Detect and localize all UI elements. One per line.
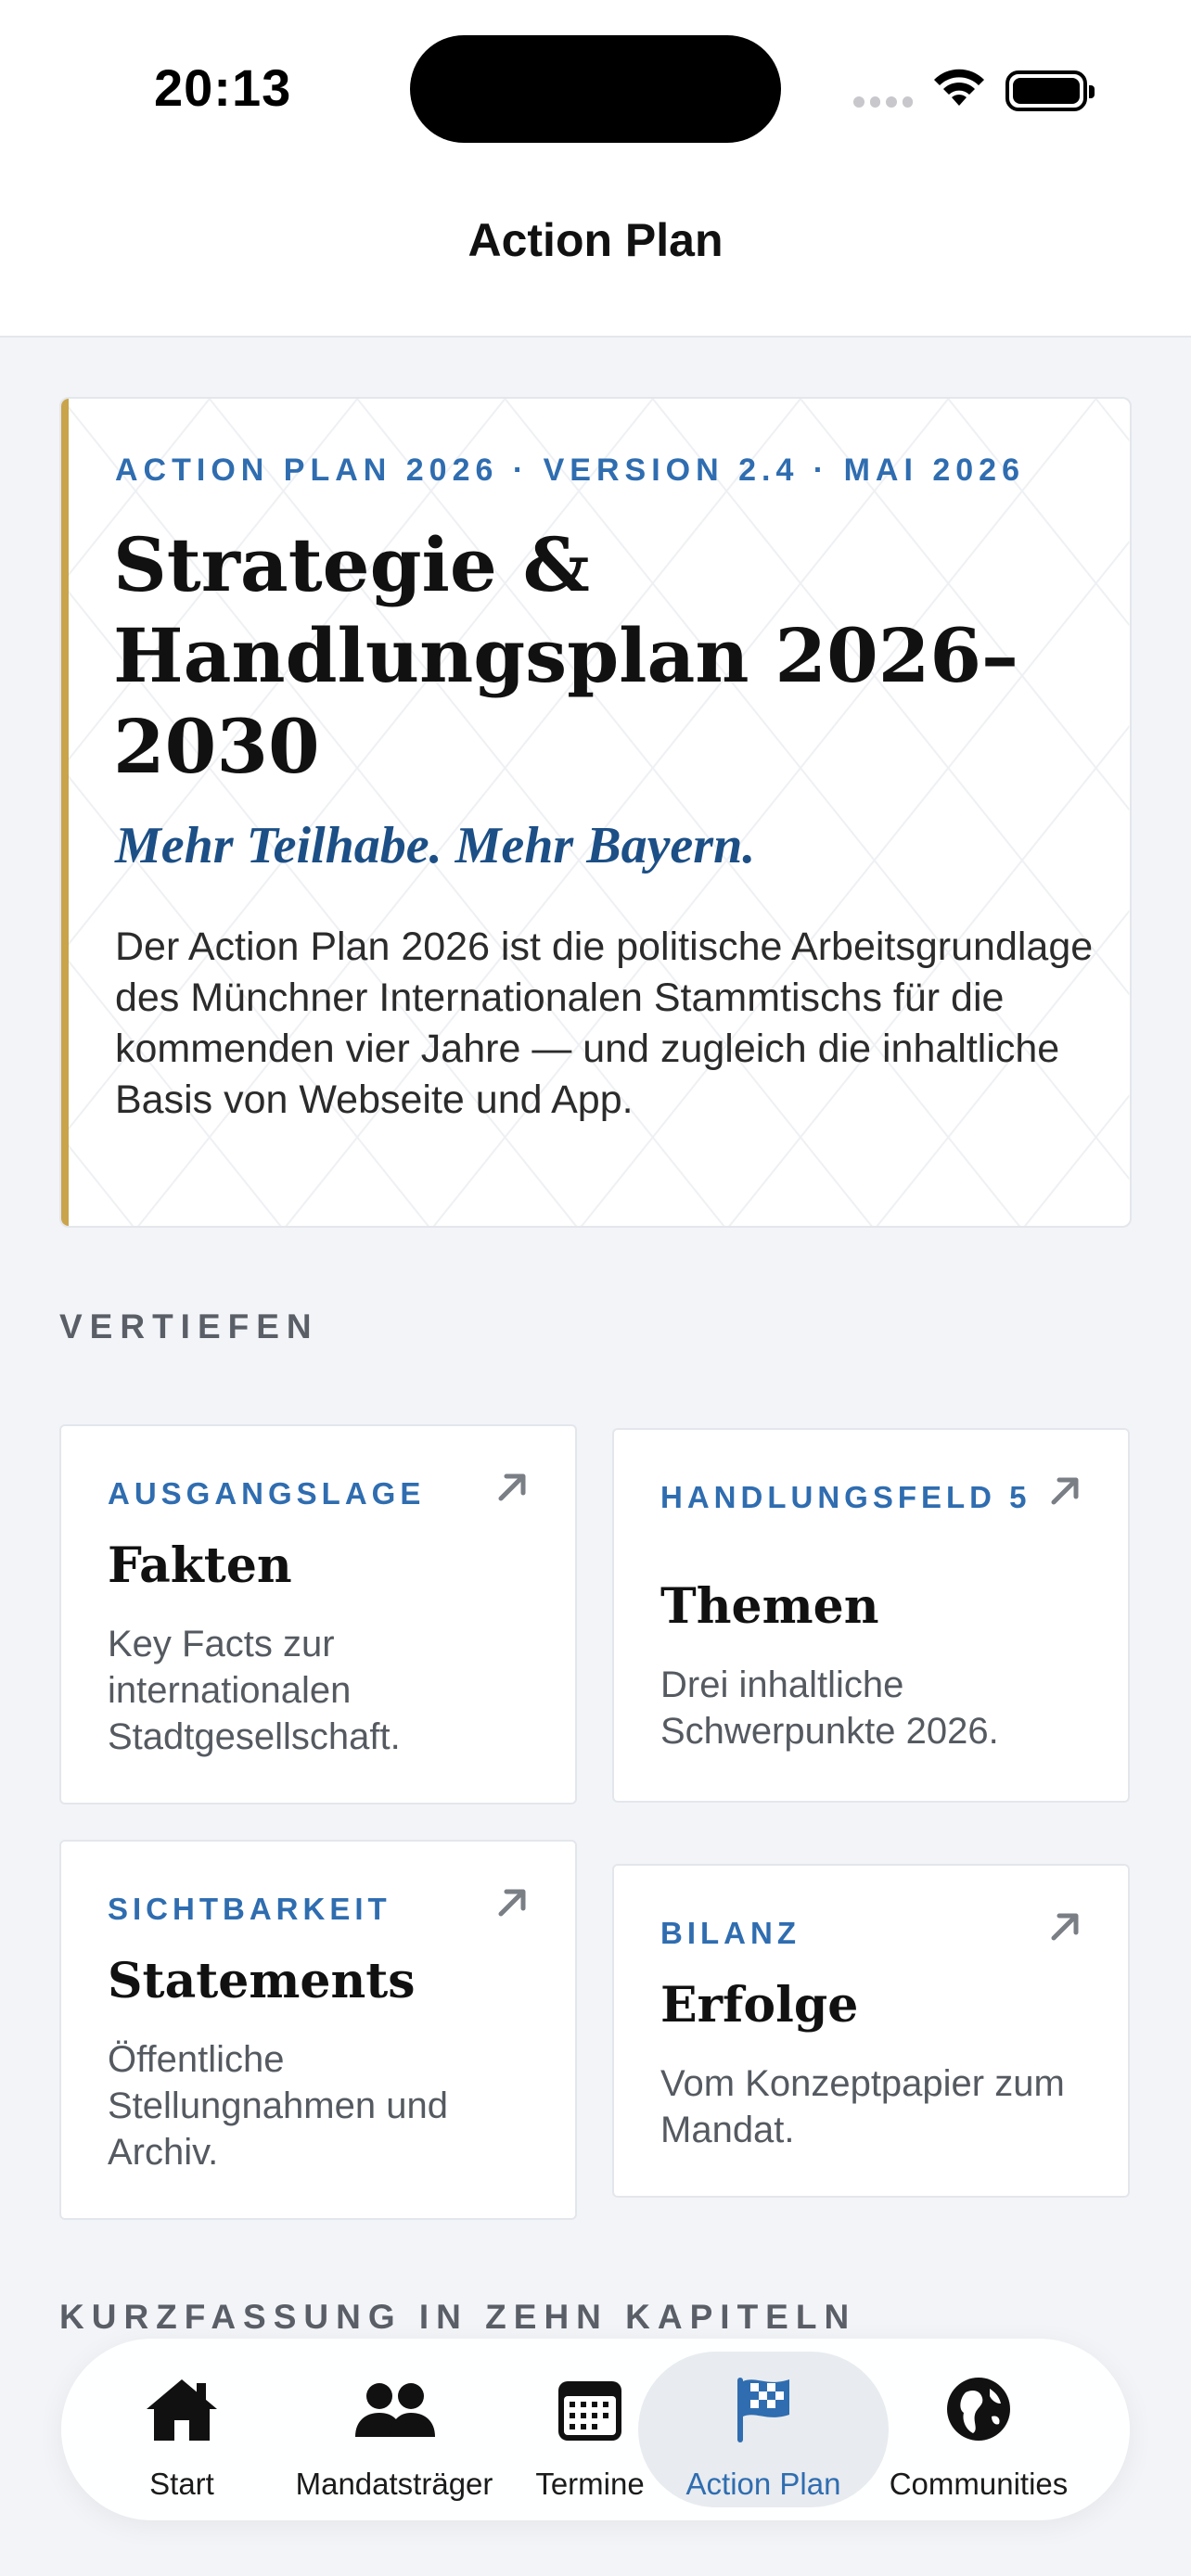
dynamic-island <box>410 35 781 143</box>
action-plan-screen: 20:13 Action Plan ACTION PLAN 2026 · VER… <box>0 0 1191 2576</box>
tab-action-plan[interactable]: Action Plan <box>664 2339 863 2520</box>
house-icon <box>147 2379 217 2441</box>
tile-title: Themen <box>660 1578 879 1635</box>
tile-description: Key Facts zur internationalen Stadtgesel… <box>108 1624 401 1757</box>
tile-description: Öffentliche Stellungnahmen und Archiv. <box>108 2039 448 2173</box>
tile-eyebrow: HANDLUNGSFELD 5 <box>660 1480 1031 1514</box>
tab-mandatstraeger[interactable]: Mandatsträger <box>269 2339 519 2520</box>
tile-statements[interactable]: SICHTBARKEIT Statements Öffentliche Stel… <box>59 1840 577 2220</box>
tab-termine[interactable]: Termine <box>523 2339 657 2520</box>
tile-fakten[interactable]: AUSGANGSLAGE Fakten Key Facts zur intern… <box>59 1424 577 1804</box>
hero-subtitle: Mehr Teilhabe. Mehr Bayern. <box>115 817 756 874</box>
tab-label: Start <box>149 2467 214 2501</box>
tab-start[interactable]: Start <box>117 2339 247 2520</box>
calendar-icon <box>558 2381 621 2441</box>
hero-title: Strategie & Handlungsplan 2026–2030 <box>113 521 1019 790</box>
section-heading-vertiefen: VERTIEFEN <box>59 1307 319 1345</box>
tab-label: Termine <box>535 2467 645 2501</box>
tile-eyebrow: BILANZ <box>660 1916 800 1950</box>
tile-title: Statements <box>108 1953 416 2009</box>
cellular-signal-icon <box>853 96 913 108</box>
arrow-up-right-icon <box>1051 1913 1079 1941</box>
tab-bar: Start Mandatsträger Termine Action Plan … <box>61 2339 1130 2520</box>
tile-erfolge[interactable]: BILANZ Erfolge Vom Konzeptpapier zum Man… <box>612 1864 1130 2198</box>
hero-eyebrow: ACTION PLAN 2026 · VERSION 2.4 · MAI 202… <box>115 453 1025 488</box>
page-title: Action Plan <box>467 214 724 266</box>
tab-communities[interactable]: Communities <box>868 2339 1089 2520</box>
tile-title: Fakten <box>108 1537 292 1594</box>
arrow-up-right-icon <box>498 1889 526 1917</box>
people-icon <box>355 2383 435 2437</box>
battery-icon <box>1005 70 1095 111</box>
hero-card: ACTION PLAN 2026 · VERSION 2.4 · MAI 202… <box>59 397 1132 1228</box>
tile-eyebrow: SICHTBARKEIT <box>108 1892 391 1926</box>
section-heading-kurzfassung: KURZFASSUNG IN ZEHN KAPITELN <box>59 2298 857 2336</box>
tile-title: Erfolge <box>660 1977 859 2034</box>
tile-description: Drei inhaltliche Schwerpunkte 2026. <box>660 1664 999 1752</box>
globe-icon <box>947 2378 1010 2441</box>
tab-label: Communities <box>889 2467 1069 2501</box>
arrow-up-right-icon <box>1051 1477 1079 1505</box>
hero-accent-bar <box>61 399 69 1226</box>
checkered-flag-icon <box>737 2378 789 2442</box>
hero-description: Der Action Plan 2026 ist die politische … <box>115 925 1094 1122</box>
tile-themen[interactable]: HANDLUNGSFELD 5 Themen Drei inhaltliche … <box>612 1428 1130 1803</box>
wifi-icon <box>934 69 984 106</box>
status-bar: 20:13 <box>0 0 1191 176</box>
navigation-bar: Action Plan <box>0 176 1191 338</box>
tile-eyebrow: AUSGANGSLAGE <box>108 1476 426 1511</box>
tab-label: Mandatsträger <box>295 2467 493 2501</box>
tab-label: Action Plan <box>685 2467 841 2501</box>
tile-description: Vom Konzeptpapier zum Mandat. <box>660 2063 1065 2150</box>
arrow-up-right-icon <box>498 1473 526 1501</box>
status-time: 20:13 <box>154 58 292 117</box>
